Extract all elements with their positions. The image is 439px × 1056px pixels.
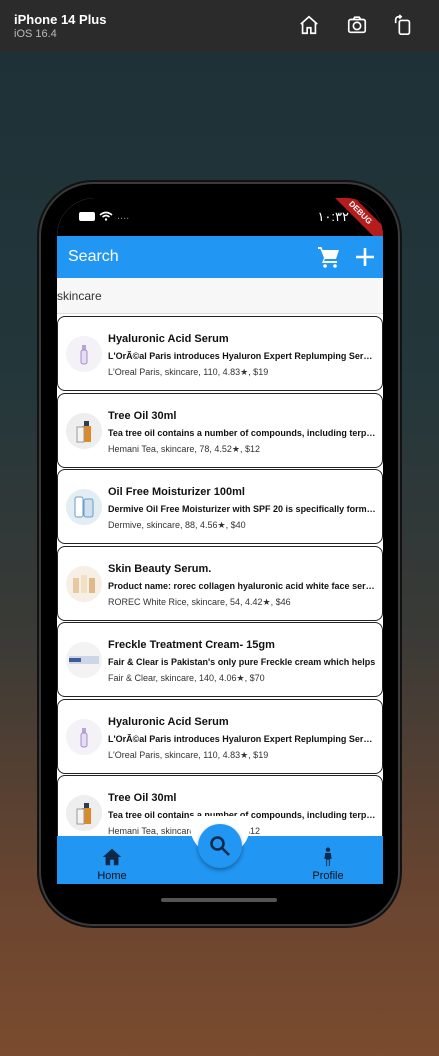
search-input[interactable] xyxy=(57,278,383,313)
product-description: Product name: rorec collagen hyaluronic … xyxy=(108,580,376,591)
product-meta: Hemani Tea, skincare, 78, 4.52★, $12 xyxy=(108,443,260,454)
wifi-icon xyxy=(99,211,113,221)
simulator-toolbar: iPhone 14 Plus iOS 16.4 xyxy=(0,0,439,52)
product-thumbnail xyxy=(66,412,102,449)
product-title: Hyaluronic Acid Serum xyxy=(108,715,229,728)
product-title: Freckle Treatment Cream- 15gm xyxy=(108,639,275,651)
search-icon xyxy=(210,836,230,856)
home-icon[interactable] xyxy=(298,14,320,36)
device-name: iPhone 14 Plus xyxy=(14,12,107,27)
product-description: Dermive Oil Free Moisturizer with SPF 20… xyxy=(108,504,376,514)
nav-profile-label: Profile xyxy=(312,870,344,882)
product-title: Oil Free Moisturizer 100ml xyxy=(108,486,245,498)
search-bar xyxy=(57,278,383,314)
product-thumbnail xyxy=(66,489,102,525)
product-title: Skin Beauty Serum. xyxy=(108,562,212,575)
product-thumbnail xyxy=(66,565,102,602)
product-title: Tree Oil 30ml xyxy=(108,792,177,804)
product-list: Hyaluronic Acid Serum L'OrÃ©al Paris intr… xyxy=(57,316,383,836)
product-thumbnail xyxy=(66,718,102,755)
product-card[interactable]: Freckle Treatment Cream- 15gm Fair & Clea… xyxy=(57,622,383,697)
rotate-icon[interactable] xyxy=(392,14,414,36)
home-indicator xyxy=(161,898,277,902)
status-time: ١٠:٣٢ xyxy=(317,209,349,224)
status-bar: .... ١٠:٣٢ DEBUG xyxy=(57,198,383,250)
product-meta: L'Oreal Paris, skincare, 110, 4.83★, $19 xyxy=(108,749,269,760)
product-description: Tea tree oil contains a number of compou… xyxy=(108,427,376,438)
nav-profile[interactable]: Profile xyxy=(298,846,358,882)
product-card[interactable]: Skin Beauty Serum. Product name: rorec co… xyxy=(57,545,383,621)
product-meta: L'Oreal Paris, skincare, 110, 4.83★, $19 xyxy=(108,367,269,377)
product-card[interactable]: Tree Oil 30ml Tea tree oil contains a num… xyxy=(57,392,383,468)
app-bar: Search xyxy=(57,236,383,278)
product-card[interactable]: Hyaluronic Acid Serum L'OrÃ©al Paris intr… xyxy=(57,316,383,391)
product-meta: Fair & Clear, skincare, 140, 4.06★, $70 xyxy=(108,673,265,683)
battery-icon xyxy=(79,211,95,221)
product-title: Hyaluronic Acid Serum xyxy=(108,333,229,345)
product-meta: Dermive, skincare, 88, 4.56★, $40 xyxy=(108,520,246,530)
phone-frame: .... ١٠:٣٢ DEBUG Search Hyaluronic Acid … xyxy=(41,184,398,924)
product-thumbnail xyxy=(66,336,102,372)
nav-home[interactable]: Home xyxy=(82,846,142,882)
product-description: Fair & Clear is Pakistan's only pure Fre… xyxy=(108,657,376,667)
product-card[interactable]: Hyaluronic Acid Serum L'OrÃ©al Paris intr… xyxy=(57,698,383,774)
add-icon[interactable] xyxy=(353,245,377,269)
person-icon xyxy=(324,847,332,867)
product-thumbnail xyxy=(66,642,102,678)
page-title: Search xyxy=(68,248,119,265)
cart-icon[interactable] xyxy=(317,245,341,269)
product-meta: ROREC White Rice, skincare, 54, 4.42★, $… xyxy=(108,596,291,607)
os-version: iOS 16.4 xyxy=(14,28,57,40)
search-fab[interactable] xyxy=(198,824,242,868)
product-description: L'OrÃ©al Paris introduces Hyaluron Exper… xyxy=(108,351,376,361)
status-indicators: .... xyxy=(79,210,129,222)
product-card[interactable]: Oil Free Moisturizer 100ml Dermive Oil Fr… xyxy=(57,469,383,544)
screenshot-icon[interactable] xyxy=(346,14,368,36)
signal-dots: .... xyxy=(117,210,130,222)
product-thumbnail xyxy=(66,795,102,831)
home-icon xyxy=(102,848,122,866)
product-description: L'OrÃ©al Paris introduces Hyaluron Exper… xyxy=(108,733,376,744)
app-screen: .... ١٠:٣٢ DEBUG Search Hyaluronic Acid … xyxy=(57,198,383,884)
product-title: Tree Oil 30ml xyxy=(108,409,177,422)
nav-home-label: Home xyxy=(97,870,127,882)
